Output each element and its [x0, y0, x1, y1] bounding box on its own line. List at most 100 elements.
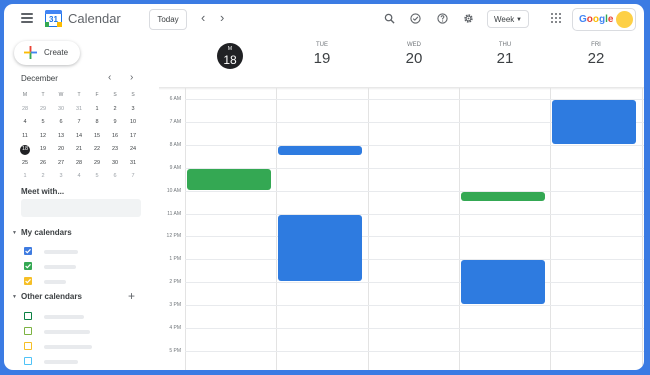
menu-icon[interactable]	[21, 13, 33, 23]
mini-calendar-day[interactable]: 2	[34, 170, 52, 184]
meet-with-input[interactable]	[21, 199, 141, 217]
day-number[interactable]: 21	[459, 50, 551, 67]
hour-line	[185, 236, 644, 238]
mini-calendar-day[interactable]: 6	[106, 170, 124, 184]
hour-line	[185, 213, 644, 215]
mini-calendar-day[interactable]: 28	[16, 103, 34, 117]
mini-calendar-day[interactable]: 3	[124, 103, 142, 117]
mini-calendar-day[interactable]: 5	[34, 116, 52, 130]
mini-calendar-day[interactable]: 20	[52, 143, 70, 157]
mini-calendar-day[interactable]: 30	[106, 157, 124, 171]
expand-icon[interactable]: ▼	[12, 230, 17, 236]
day-name: M	[227, 46, 233, 52]
mini-calendar-day[interactable]: 13	[52, 130, 70, 144]
mini-calendar-day[interactable]: 25	[16, 157, 34, 171]
hour-label: 11 AM	[167, 210, 181, 217]
checkbox[interactable]	[24, 262, 32, 270]
mini-calendar-week: 28 29 30 31 1 2 3	[16, 103, 142, 117]
mini-calendar-day[interactable]: 31	[124, 157, 142, 171]
account-box[interactable]: Google	[572, 8, 636, 31]
mini-calendar-day[interactable]: 12	[34, 130, 52, 144]
checkbox[interactable]	[24, 327, 32, 335]
mini-calendar-day[interactable]: 7	[124, 170, 142, 184]
add-calendar-icon[interactable]: +	[128, 290, 135, 302]
create-button[interactable]: Create	[14, 41, 80, 65]
caret-down-icon: ▼	[516, 17, 522, 23]
mini-calendar-day-selected[interactable]: 18	[16, 143, 34, 157]
view-select-label: Week	[494, 15, 515, 24]
mini-calendar-day[interactable]: 7	[70, 116, 88, 130]
checkbox[interactable]	[24, 277, 32, 285]
hour-line	[185, 350, 644, 352]
mini-calendar-day[interactable]: 17	[124, 130, 142, 144]
mini-calendar-day[interactable]: 31	[70, 103, 88, 117]
checkbox[interactable]	[24, 342, 32, 350]
mini-calendar-day[interactable]: 26	[34, 157, 52, 171]
calendar-event[interactable]	[187, 168, 271, 190]
status-icon[interactable]	[410, 13, 421, 24]
calendar-event[interactable]	[461, 191, 545, 202]
search-icon[interactable]	[384, 13, 395, 24]
mini-calendar-day[interactable]: 22	[88, 143, 106, 157]
day-number[interactable]: 19	[276, 50, 368, 67]
day-number[interactable]: 18	[217, 53, 243, 67]
calendar-window: 31 Calendar Today ‹ › Week ▼ Google Crea…	[4, 4, 644, 370]
mini-calendar-day[interactable]: 6	[52, 116, 70, 130]
mini-calendar-day[interactable]: 29	[34, 103, 52, 117]
today-button[interactable]: Today	[149, 9, 187, 30]
checkbox[interactable]	[24, 357, 32, 365]
mini-calendar-day[interactable]: 8	[88, 116, 106, 130]
avatar[interactable]	[616, 11, 633, 28]
calendar-event[interactable]	[552, 100, 636, 144]
mini-calendar-day[interactable]: 4	[70, 170, 88, 184]
mini-calendar-day[interactable]: 21	[70, 143, 88, 157]
calendar-event[interactable]	[278, 214, 362, 282]
mini-calendar-day[interactable]: 11	[16, 130, 34, 144]
mini-calendar-day[interactable]: 23	[106, 143, 124, 157]
chevron-right-icon[interactable]: ›	[220, 10, 224, 26]
mini-calendar-week: 11 12 13 14 15 16 17	[16, 130, 142, 144]
checkbox[interactable]	[24, 312, 32, 320]
mini-calendar-day[interactable]: 1	[88, 103, 106, 117]
my-calendar-name-placeholder	[44, 280, 66, 284]
mini-calendar-day[interactable]: 30	[52, 103, 70, 117]
other-calendar-name-placeholder	[44, 360, 78, 364]
mini-calendar-day[interactable]: 10	[124, 116, 142, 130]
mini-calendar-day[interactable]: 9	[106, 116, 124, 130]
calendar-event[interactable]	[278, 145, 362, 156]
day-number[interactable]: 20	[368, 50, 460, 67]
chevron-left-icon[interactable]: ‹	[108, 72, 111, 83]
mini-calendar-day[interactable]: 19	[34, 143, 52, 157]
mini-calendar-day[interactable]: 2	[106, 103, 124, 117]
mini-calendar-day[interactable]: 1	[16, 170, 34, 184]
other-calendar-name-placeholder	[44, 345, 92, 349]
chevron-right-icon[interactable]: ›	[130, 72, 133, 83]
settings-icon[interactable]	[463, 13, 474, 24]
mini-calendar-day[interactable]: 24	[124, 143, 142, 157]
mini-calendar-day[interactable]: 5	[88, 170, 106, 184]
day-number[interactable]: 22	[550, 50, 642, 67]
hour-label: 9 AM	[169, 164, 181, 171]
mini-calendar-day[interactable]: 29	[88, 157, 106, 171]
day-name: WED	[407, 42, 421, 48]
expand-icon[interactable]: ▼	[12, 294, 17, 300]
mini-calendar-day[interactable]: 4	[16, 116, 34, 130]
calendar-event[interactable]	[461, 260, 545, 305]
mini-calendar-day[interactable]: 3	[52, 170, 70, 184]
my-calendars-label[interactable]: My calendars	[21, 228, 72, 237]
mini-calendar-day[interactable]: 16	[106, 130, 124, 144]
help-icon[interactable]	[437, 13, 448, 24]
checkbox[interactable]	[24, 247, 32, 255]
chevron-left-icon[interactable]: ‹	[201, 10, 205, 26]
apps-icon[interactable]	[551, 13, 561, 23]
mini-calendar-day[interactable]: 28	[70, 157, 88, 171]
view-select[interactable]: Week ▼	[487, 10, 529, 28]
my-calendar-name-placeholder	[44, 265, 76, 269]
app-title: Calendar	[68, 11, 121, 26]
mini-calendar-day[interactable]: 27	[52, 157, 70, 171]
mini-calendar-week: 25 26 27 28 29 30 31	[16, 157, 142, 171]
mini-calendar-day[interactable]: 14	[70, 130, 88, 144]
mini-calendar-day[interactable]: 15	[88, 130, 106, 144]
other-calendars-label[interactable]: Other calendars	[21, 292, 82, 301]
hour-label: 1 PM	[169, 256, 181, 263]
